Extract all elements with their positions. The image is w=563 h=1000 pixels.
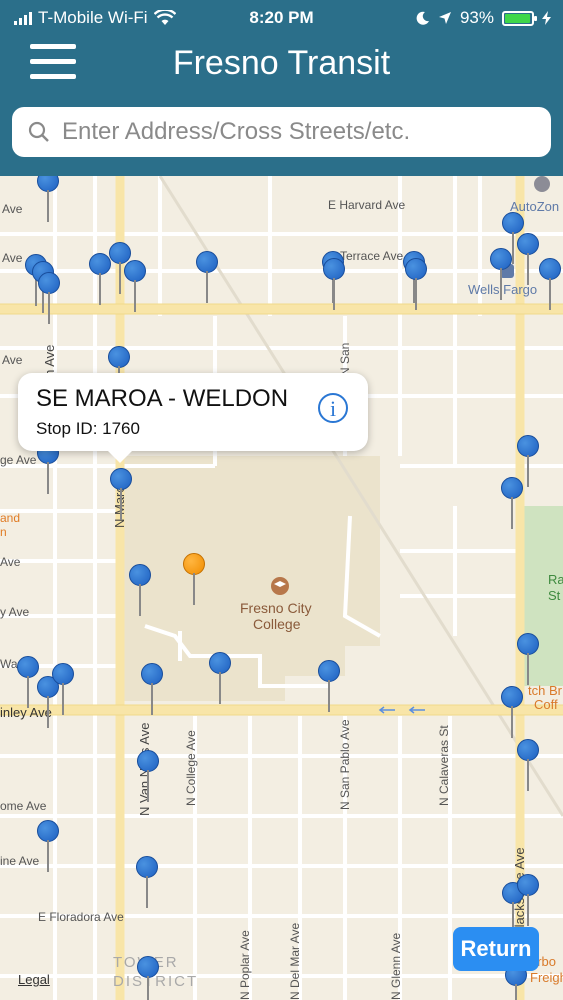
label-ave-2: Ave — [2, 251, 23, 265]
label-college-ave: N College Ave — [184, 730, 198, 806]
battery-percent: 93% — [459, 8, 494, 27]
bus-stop-pin[interactable] — [405, 258, 429, 314]
stop-callout[interactable]: SE MAROA - WELDON Stop ID: 1760 i — [18, 373, 368, 463]
label-terrace: Terrace Ave — [340, 249, 403, 263]
label-st: St — [548, 588, 561, 603]
label-ave-1: Ave — [2, 202, 23, 216]
label-n-char: n — [0, 525, 7, 539]
search-input[interactable] — [60, 117, 534, 147]
label-ra: Ra — [548, 572, 563, 587]
bus-stop-pin[interactable] — [124, 260, 148, 316]
header: T-Mobile Wi-Fi 8:20 PM 93% Fresno Transi… — [0, 0, 563, 176]
bus-stop-pin[interactable] — [137, 750, 161, 806]
bus-stop-pin[interactable] — [517, 874, 541, 930]
legal-link[interactable]: Legal — [18, 972, 50, 987]
label-and: and — [0, 511, 20, 525]
label-ave-5: Ave — [0, 555, 21, 569]
label-san-short: N San — [338, 343, 352, 376]
bus-stop-pin[interactable] — [209, 652, 233, 708]
label-floradora: E Floradora Ave — [38, 910, 124, 924]
info-icon[interactable]: i — [318, 393, 348, 423]
search-icon — [28, 121, 49, 142]
callout-title: SE MAROA - WELDON — [36, 385, 289, 412]
callout-stop-id: Stop ID: 1760 — [36, 419, 140, 438]
label-college-1: Fresno City — [240, 600, 312, 616]
label-coff: Coff — [534, 697, 558, 712]
search-bar[interactable] — [12, 107, 551, 157]
location-arrow-icon — [438, 12, 451, 24]
label-ave-3: Ave — [2, 353, 23, 367]
bus-stop-pin[interactable] — [52, 663, 76, 719]
bus-stop-pin[interactable] — [196, 251, 220, 307]
bus-stop-pin[interactable] — [323, 258, 347, 314]
bus-stop-pin[interactable] — [517, 739, 541, 795]
map-canvas: E Harvard Ave Terrace Ave N Wishon Ave N… — [0, 176, 563, 1000]
bus-stop-pin[interactable] — [136, 856, 160, 912]
bus-stop-pin[interactable] — [501, 477, 525, 533]
label-ine: ine Ave — [0, 854, 39, 868]
app-title: Fresno Transit — [172, 44, 391, 82]
bus-stop-pin-selected[interactable] — [110, 468, 134, 524]
label-ome: ome Ave — [0, 799, 47, 813]
status-right: 93% — [416, 8, 551, 28]
label-calaveras: N Calaveras St — [437, 725, 451, 806]
bus-stop-pin[interactable] — [137, 956, 161, 1000]
return-button[interactable]: Return — [453, 927, 539, 971]
bus-stop-pin[interactable] — [517, 233, 541, 289]
label-glenn: N Glenn Ave — [389, 933, 403, 1000]
battery-icon — [502, 10, 537, 26]
label-poplar: N Poplar Ave — [238, 930, 252, 1000]
bus-stop-pin[interactable] — [37, 176, 61, 226]
bus-stop-pin[interactable] — [37, 820, 61, 876]
label-freig: Freigh — [530, 970, 563, 985]
landmark-pin[interactable] — [183, 553, 207, 609]
bus-stop-pin[interactable] — [539, 258, 563, 314]
label-del-mar: N Del Mar Ave — [288, 923, 302, 1000]
bus-stop-pin[interactable] — [129, 564, 153, 620]
label-ave-4: ge Ave — [0, 453, 37, 467]
label-college-2: College — [253, 616, 301, 632]
bus-stop-pin[interactable] — [517, 633, 541, 689]
map-view[interactable]: E Harvard Ave Terrace Ave N Wishon Ave N… — [0, 176, 563, 1000]
status-bar: T-Mobile Wi-Fi 8:20 PM 93% — [0, 0, 563, 34]
label-e-harvard: E Harvard Ave — [328, 198, 405, 212]
bus-stop-pin[interactable] — [38, 272, 62, 328]
charging-icon — [542, 11, 551, 25]
label-san-pablo: N San Pablo Ave — [338, 719, 352, 810]
bus-stop-pin[interactable] — [141, 663, 165, 719]
label-wa: Wa — [0, 657, 18, 671]
moon-icon — [416, 11, 429, 25]
label-ave-6: y Ave — [0, 605, 29, 619]
bus-stop-pin[interactable] — [501, 686, 525, 742]
bus-stop-pin[interactable] — [318, 660, 342, 716]
car-icon — [534, 176, 550, 192]
